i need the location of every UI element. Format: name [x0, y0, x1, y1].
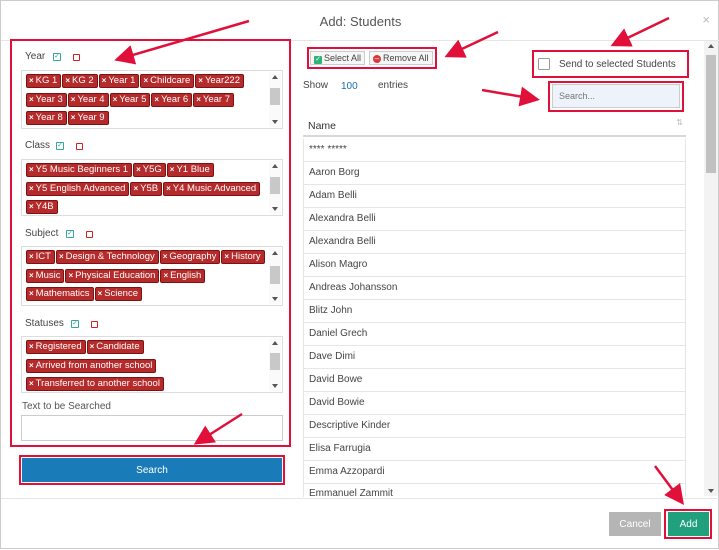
send-selected-highlight: [532, 50, 689, 78]
scroll-down-icon[interactable]: [708, 489, 714, 493]
table-row[interactable]: Andreas Johansson: [303, 277, 686, 300]
table-search-highlight: [548, 81, 684, 112]
table-row[interactable]: Elisa Farrugia: [303, 438, 686, 461]
table-row[interactable]: Dave Dimi: [303, 346, 686, 369]
modal-footer: Cancel Add: [1, 498, 719, 550]
modal-header: Add: Students ×: [1, 1, 719, 41]
add-button-highlight: [664, 509, 712, 539]
entries-label: entries: [378, 80, 409, 91]
cancel-button[interactable]: Cancel: [609, 512, 661, 536]
table-row[interactable]: Alexandra Belli: [303, 208, 686, 231]
name-column-header[interactable]: Name ⇅: [303, 114, 686, 137]
add-students-modal: Add: Students × Year ✓ × KG 1 × KG 2 × Year 1…: [0, 0, 719, 549]
table-row[interactable]: **** *****: [303, 139, 686, 162]
table-row[interactable]: David Bowie: [303, 392, 686, 415]
scroll-up-icon[interactable]: [708, 44, 714, 48]
close-icon[interactable]: ×: [702, 12, 710, 27]
table-row[interactable]: Adam Belli: [303, 185, 686, 208]
table-row[interactable]: David Bowe: [303, 369, 686, 392]
table-row[interactable]: Alexandra Belli: [303, 231, 686, 254]
show-label: Show: [303, 80, 329, 91]
select-remove-highlight: [307, 47, 437, 69]
table-row[interactable]: Emma Azzopardi: [303, 461, 686, 484]
modal-title: Add: Students: [319, 14, 402, 29]
arrow-to-table-search: [481, 86, 540, 107]
table-row[interactable]: Emmanuel Zammit: [303, 484, 686, 497]
table-row[interactable]: Descriptive Kinder: [303, 415, 686, 438]
sort-icon: ⇅: [676, 118, 683, 127]
table-row[interactable]: Blitz John: [303, 300, 686, 323]
table-row[interactable]: Alison Magro: [303, 254, 686, 277]
right-scrollbar[interactable]: [704, 41, 718, 496]
name-header-label: Name: [308, 120, 337, 132]
search-button-highlight: [19, 455, 285, 485]
entries-select[interactable]: 100: [341, 81, 358, 92]
table-row[interactable]: Daniel Grech: [303, 323, 686, 346]
scrollbar-thumb[interactable]: [706, 55, 716, 173]
filters-highlight-box: [10, 39, 291, 447]
table-row[interactable]: Aaron Borg: [303, 162, 686, 185]
